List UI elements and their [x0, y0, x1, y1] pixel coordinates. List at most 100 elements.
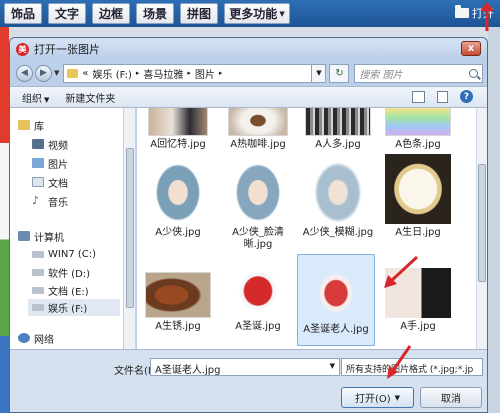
nav-videos[interactable]: 视频 — [32, 137, 68, 152]
dialog-titlebar: 美 打开一张图片 — [10, 38, 487, 60]
command-bar: 组织 ▼ 新建文件夹 ? — [10, 86, 487, 108]
nav-library-label: 库 — [34, 121, 44, 133]
file-name: A人多.jpg — [315, 139, 361, 150]
nav-drive-c[interactable]: WIN7 (C:) — [32, 247, 96, 261]
cancel-button[interactable]: 取消 — [420, 387, 482, 408]
navigation-pane: 库 视频 图片 文档 ♪ 音乐 计算机 WIN7 (C:) 软件 (D:) 文档… — [10, 108, 124, 349]
nav-computer-label: 计算机 — [34, 232, 64, 244]
tab-border[interactable]: 边框 — [92, 3, 130, 24]
nav-computer[interactable]: 计算机 — [18, 229, 64, 244]
file-name: A圣诞.jpg — [235, 321, 281, 332]
nav-music[interactable]: ♪ 音乐 — [32, 194, 68, 209]
file-tile[interactable]: A生日.jpg — [379, 154, 457, 239]
nav-drive-f[interactable]: 娱乐 (F:) — [28, 299, 120, 316]
nav-pictures-label: 图片 — [48, 159, 68, 171]
file-thumbnail — [148, 108, 208, 136]
nav-drive-d[interactable]: 软件 (D:) — [32, 265, 91, 280]
breadcrumb-separator-icon: ▸ — [218, 69, 223, 77]
file-tile-selected[interactable]: A圣诞老人.jpg — [297, 254, 375, 346]
breadcrumb-pictures[interactable]: 图片 — [195, 66, 215, 81]
file-name: A手.jpg — [400, 321, 436, 332]
open-button-label: 打开(O) — [354, 394, 391, 405]
organize-menu[interactable]: 组织 ▼ — [22, 90, 49, 105]
filename-value: A圣诞老人.jpg — [155, 365, 221, 376]
file-tile[interactable]: A圣诞.jpg — [219, 258, 297, 333]
chevron-down-icon: ▼ — [394, 393, 401, 402]
history-dropdown-icon[interactable]: ▼ — [54, 69, 59, 77]
chevron-down-icon: ▼ — [44, 95, 50, 104]
filename-field[interactable]: A圣诞老人.jpg ▼ — [150, 358, 340, 376]
nav-scroll-thumb[interactable] — [126, 148, 134, 308]
new-folder-button[interactable]: 新建文件夹 — [65, 90, 115, 105]
file-tile[interactable]: A少侠_脸清晰.jpg — [219, 154, 297, 251]
dialog-footer: 文件名(N): A圣诞老人.jpg ▼ 所有支持的图片格式 (*.jpg;*.j… — [10, 349, 487, 412]
breadcrumb-separator-icon: ▸ — [135, 69, 140, 77]
file-tile[interactable]: A少侠.jpg — [139, 154, 217, 239]
file-name: A生锈.jpg — [155, 321, 201, 332]
file-name: A生日.jpg — [395, 227, 441, 238]
tab-accessories[interactable]: 饰品 — [4, 3, 42, 24]
breadcrumb-overflow[interactable]: « — [82, 68, 88, 79]
file-tile[interactable]: A回忆特.jpg — [139, 108, 217, 151]
video-icon — [32, 139, 44, 149]
nav-scrollbar[interactable] — [124, 108, 136, 349]
app-toolbar: 饰品 文字 边框 场景 拼图 更多功能 ▼ 打开 — [0, 0, 500, 27]
breadcrumb-drive-f[interactable]: 娱乐 (F:) — [93, 66, 132, 81]
file-scroll-thumb[interactable] — [478, 164, 486, 282]
refresh-icon[interactable]: ↻ — [329, 63, 350, 83]
dialog-title: 打开一张图片 — [34, 43, 100, 56]
search-input[interactable]: 搜索 图片 — [354, 63, 484, 83]
tab-text[interactable]: 文字 — [48, 3, 86, 24]
file-name: A少侠_脸清晰.jpg — [232, 227, 284, 250]
file-scrollbar[interactable] — [476, 108, 487, 349]
file-tile[interactable]: A热咖啡.jpg — [219, 108, 297, 151]
tab-scene[interactable]: 场景 — [136, 3, 174, 24]
file-name: A色条.jpg — [395, 139, 441, 150]
file-thumbnail — [385, 108, 451, 136]
chevron-down-icon[interactable]: ▼ — [330, 362, 335, 370]
open-button[interactable]: 打开(O) ▼ — [341, 387, 414, 408]
nav-drive-c-label: WIN7 (C:) — [48, 248, 97, 260]
search-placeholder: 搜索 图片 — [359, 69, 403, 81]
close-button[interactable]: x — [461, 41, 481, 56]
folder-icon — [67, 68, 79, 78]
drive-icon — [32, 250, 44, 258]
file-name: A少侠.jpg — [155, 227, 201, 238]
nav-network-label: 网络 — [34, 334, 54, 346]
file-tile[interactable]: A色条.jpg — [379, 108, 457, 151]
file-thumbnail — [305, 108, 371, 136]
breadcrumb-separator-icon: ▸ — [187, 69, 191, 77]
address-bar[interactable]: « 娱乐 (F:) ▸ 喜马拉雅 ▸ 图片 ▸ — [63, 63, 313, 83]
file-thumbnail — [308, 154, 368, 224]
background-app-right-edge — [488, 27, 500, 413]
nav-network[interactable]: 网络 — [18, 331, 54, 346]
music-icon: ♪ — [32, 194, 40, 207]
breadcrumb-himalaya[interactable]: 喜马拉雅 — [143, 66, 183, 81]
nav-drive-e[interactable]: 文档 (E:) — [32, 283, 89, 298]
nav-drive-d-label: 软件 (D:) — [48, 268, 91, 280]
file-tile[interactable]: A人多.jpg — [299, 108, 377, 151]
forward-button[interactable]: ▶ — [35, 64, 52, 82]
nav-drive-e-label: 文档 (E:) — [48, 286, 89, 298]
file-thumbnail — [228, 108, 288, 136]
address-dropdown-icon[interactable]: ▼ — [312, 63, 327, 83]
open-file-dialog: 美 打开一张图片 x ◀ ▶ ▼ « 娱乐 (F:) ▸ 喜马拉雅 ▸ 图片 ▸… — [9, 37, 488, 413]
tab-collage[interactable]: 拼图 — [180, 3, 218, 24]
back-button[interactable]: ◀ — [16, 64, 33, 82]
nav-pictures[interactable]: 图片 — [32, 156, 68, 171]
nav-drive-f-label: 娱乐 (F:) — [48, 304, 88, 315]
tab-more-features[interactable]: 更多功能 ▼ — [224, 3, 290, 24]
nav-documents[interactable]: 文档 — [32, 175, 68, 190]
change-view-icon[interactable] — [412, 90, 425, 103]
file-tile[interactable]: A生锈.jpg — [139, 272, 217, 333]
documents-icon — [32, 177, 44, 187]
file-name: A少侠_模糊.jpg — [302, 227, 374, 238]
file-tile[interactable]: A少侠_模糊.jpg — [299, 154, 377, 239]
preview-pane-icon[interactable] — [437, 90, 448, 103]
help-icon[interactable]: ? — [460, 90, 473, 103]
file-name: A圣诞老人.jpg — [303, 324, 369, 335]
annotation-arrow-open — [480, 2, 494, 31]
folder-icon — [455, 5, 469, 18]
nav-library[interactable]: 库 — [18, 118, 44, 133]
file-thumbnail — [145, 272, 211, 318]
